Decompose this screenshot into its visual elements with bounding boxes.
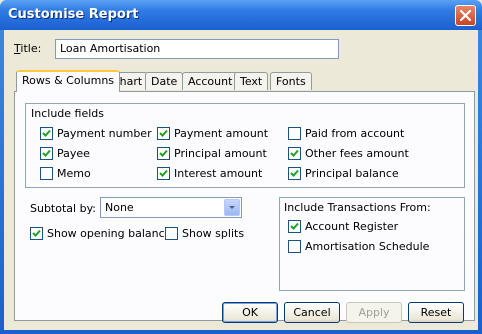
apply-button[interactable]: Apply bbox=[346, 302, 402, 323]
account-register-checkbox[interactable] bbox=[288, 220, 301, 233]
account-register-label: Account Register bbox=[305, 220, 399, 233]
cancel-button[interactable]: Cancel bbox=[284, 302, 340, 323]
interest-amount-checkbox[interactable] bbox=[157, 167, 170, 180]
subtotal-dropdown-button[interactable] bbox=[224, 199, 240, 216]
tab-rows-columns[interactable]: Rows & Columns bbox=[16, 70, 121, 92]
checkmark-icon bbox=[159, 129, 168, 137]
principal-balance-label: Principal balance bbox=[305, 167, 399, 180]
interest-amount-label: Interest amount bbox=[174, 167, 263, 180]
principal-amount-label: Principal amount bbox=[174, 147, 267, 160]
other-fees-amount-checkbox[interactable] bbox=[288, 147, 301, 160]
show-splits-checkbox[interactable] bbox=[165, 227, 178, 240]
checkmark-icon bbox=[290, 149, 299, 157]
checkmark-icon bbox=[290, 169, 299, 177]
window-title: Customise Report bbox=[8, 7, 139, 22]
checkmark-icon bbox=[32, 229, 41, 237]
close-icon bbox=[460, 10, 471, 21]
include-fields-label: Include fields bbox=[31, 107, 105, 120]
paid-from-account-checkbox[interactable] bbox=[288, 127, 301, 140]
paid-from-account-label: Paid from account bbox=[305, 127, 405, 140]
memo-checkbox[interactable] bbox=[40, 167, 53, 180]
dialog-body: Title: Loan Amortisation Rows & Columns … bbox=[4, 30, 478, 330]
memo-label: Memo bbox=[57, 167, 91, 180]
tab-fonts[interactable]: Fonts bbox=[270, 72, 312, 90]
principal-amount-checkbox[interactable] bbox=[157, 147, 170, 160]
payment-number-label: Payment number bbox=[57, 127, 152, 140]
subtotal-select[interactable]: None bbox=[100, 197, 242, 218]
payment-amount-checkbox[interactable] bbox=[157, 127, 170, 140]
checkmark-icon bbox=[159, 169, 168, 177]
principal-balance-checkbox[interactable] bbox=[288, 167, 301, 180]
subtotal-value: None bbox=[105, 201, 134, 214]
payee-checkbox[interactable] bbox=[40, 147, 53, 160]
title-label: Title: bbox=[14, 42, 42, 55]
tab-text[interactable]: Text bbox=[234, 72, 269, 90]
reset-button[interactable]: Reset bbox=[408, 302, 464, 323]
payment-number-checkbox[interactable] bbox=[40, 127, 53, 140]
close-button[interactable] bbox=[455, 5, 476, 26]
payment-amount-label: Payment amount bbox=[174, 127, 269, 140]
tab-account[interactable]: Account bbox=[182, 72, 239, 90]
show-splits-label: Show splits bbox=[182, 227, 245, 240]
checkmark-icon bbox=[42, 129, 51, 137]
checkmark-icon bbox=[42, 149, 51, 157]
ok-button[interactable]: OK bbox=[222, 302, 278, 323]
title-bar[interactable]: Customise Report bbox=[0, 0, 482, 30]
checkmark-icon bbox=[159, 149, 168, 157]
title-input-value: Loan Amortisation bbox=[60, 42, 161, 55]
checkmark-icon bbox=[290, 222, 299, 230]
chevron-down-icon bbox=[229, 206, 235, 209]
title-input[interactable]: Loan Amortisation bbox=[55, 39, 339, 59]
other-fees-amount-label: Other fees amount bbox=[305, 147, 409, 160]
tab-date[interactable]: Date bbox=[145, 72, 184, 90]
payee-label: Payee bbox=[57, 147, 90, 160]
subtotal-label: Subtotal by: bbox=[30, 202, 96, 215]
amortisation-schedule-checkbox[interactable] bbox=[288, 240, 301, 253]
show-opening-balance-checkbox[interactable] bbox=[30, 227, 43, 240]
show-opening-balance-label: Show opening balance bbox=[47, 227, 172, 240]
include-transactions-label: Include Transactions From: bbox=[284, 201, 431, 214]
customise-report-dialog: Customise Report Title: Loan Amortisatio… bbox=[0, 0, 482, 334]
amortisation-schedule-label: Amortisation Schedule bbox=[305, 240, 430, 253]
